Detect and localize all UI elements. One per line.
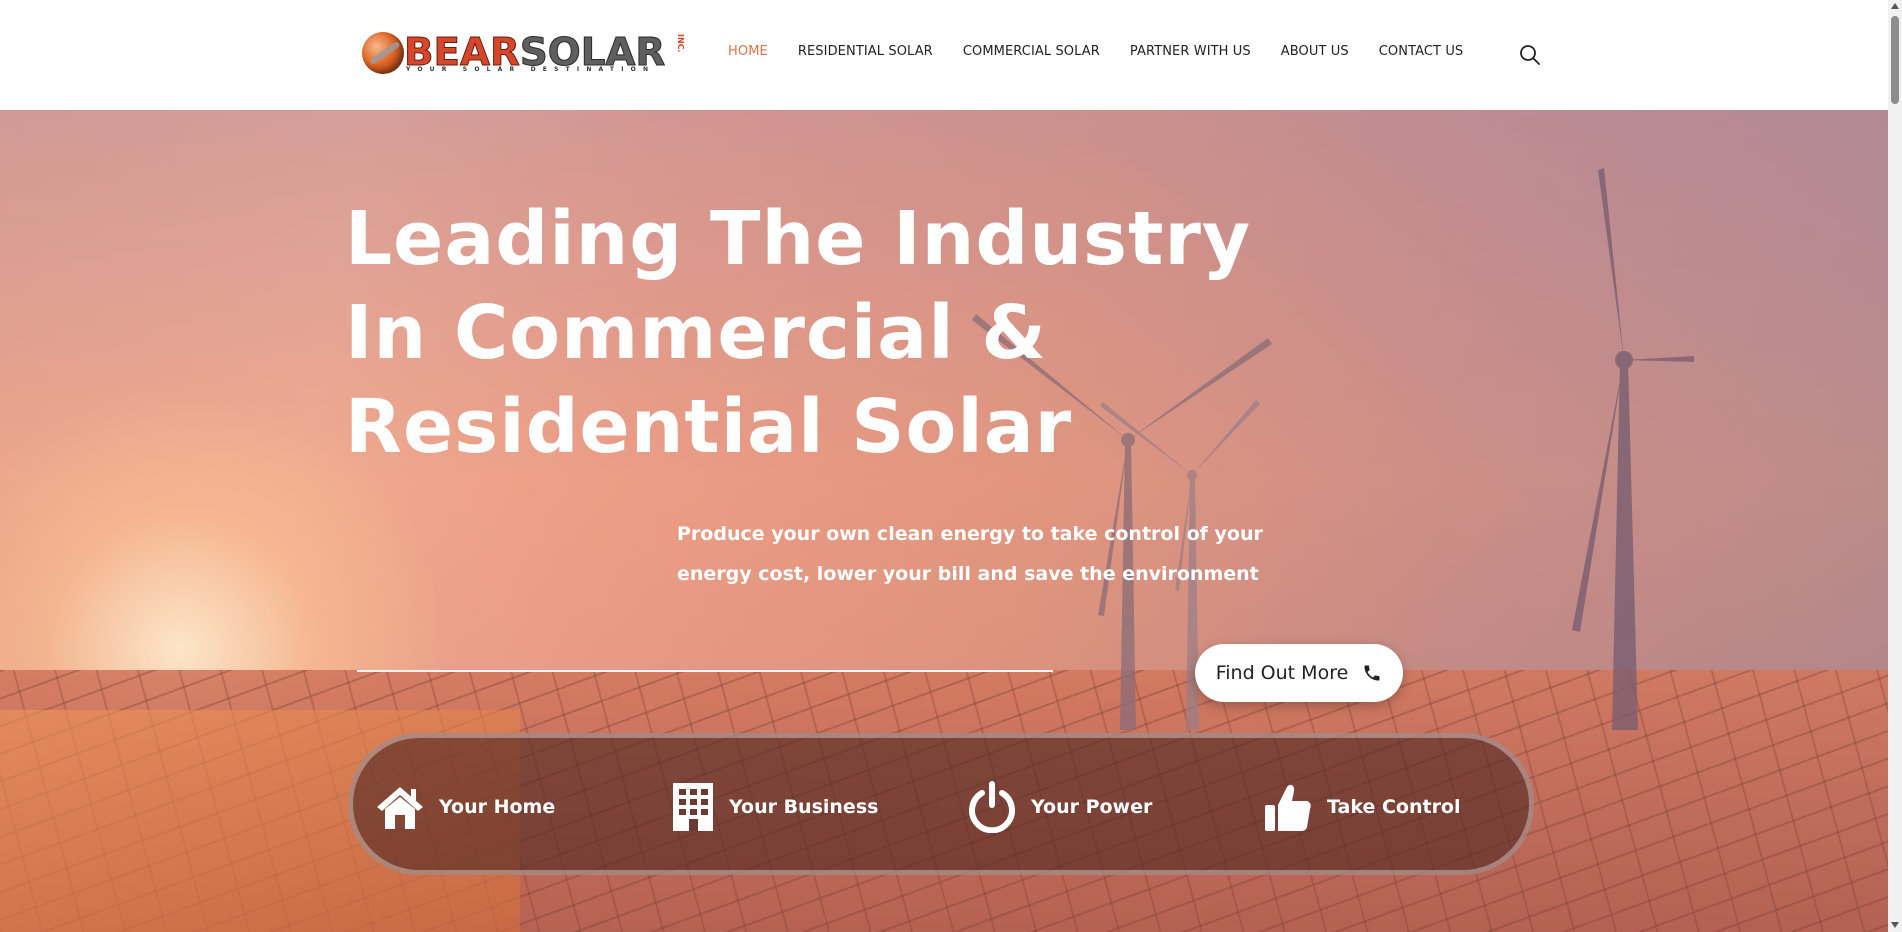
scrollbar-thumb[interactable] (1891, 16, 1899, 104)
feature-your-power[interactable]: Your Power (967, 781, 1153, 834)
hero-section: Leading The Industry In Commercial & Res… (0, 110, 1888, 932)
nav-item-residential-solar[interactable]: RESIDENTIAL SOLAR (798, 44, 933, 59)
building-icon (671, 781, 715, 833)
nav-item-home[interactable]: HOME (728, 44, 768, 59)
logo-sun-icon (362, 32, 404, 74)
logo-tagline: YOUR SOLAR DESTINATION (406, 66, 656, 73)
feature-your-home[interactable]: Your Home (375, 781, 555, 833)
power-icon (967, 781, 1017, 834)
main-nav: HOME RESIDENTIAL SOLAR COMMERCIAL SOLAR … (728, 44, 1493, 59)
nav-item-commercial-solar[interactable]: COMMERCIAL SOLAR (963, 44, 1100, 59)
nav-item-partner-with-us[interactable]: PARTNER WITH US (1130, 44, 1251, 59)
phone-icon (1362, 663, 1382, 683)
hero-headline-line: Residential Solar (345, 384, 1073, 470)
search-icon[interactable] (1519, 44, 1541, 66)
feature-label: Your Business (729, 796, 879, 818)
hero-subtext-line: Produce your own clean energy to take co… (677, 523, 1263, 545)
feature-take-control[interactable]: Take Control (1263, 781, 1461, 833)
hero-subtext: Produce your own clean energy to take co… (677, 514, 1263, 594)
nav-item-about-us[interactable]: ABOUT US (1281, 44, 1349, 59)
feature-label: Take Control (1327, 796, 1461, 818)
feature-label: Your Power (1031, 796, 1153, 818)
feature-label: Your Home (439, 796, 556, 818)
home-icon (375, 781, 425, 833)
hero-headline-line: Leading The Industry (345, 196, 1252, 282)
page-scrollbar[interactable] (1888, 0, 1902, 932)
find-out-more-button[interactable]: Find Out More (1195, 644, 1403, 702)
thumbs-up-icon (1263, 781, 1313, 833)
scroll-down-arrow-icon[interactable] (1891, 922, 1899, 928)
site-header: BEARSOLAR INC. YOUR SOLAR DESTINATION HO… (0, 0, 1888, 110)
hero-headline: Leading The Industry In Commercial & Res… (345, 192, 1251, 474)
nav-item-contact-us[interactable]: CONTACT US (1379, 44, 1464, 59)
hero-divider (357, 670, 1053, 672)
scroll-up-arrow-icon[interactable] (1891, 3, 1899, 9)
site-logo[interactable]: BEARSOLAR INC. YOUR SOLAR DESTINATION (360, 30, 690, 78)
hero-subtext-line: energy cost, lower your bill and save th… (677, 563, 1259, 585)
features-bar: Your Home Your Business Your Power Take … (348, 733, 1534, 875)
feature-your-business[interactable]: Your Business (671, 781, 878, 833)
find-out-more-label: Find Out More (1215, 662, 1349, 684)
hero-headline-line: In Commercial & (345, 290, 1047, 376)
logo-suffix: INC. (676, 34, 685, 53)
